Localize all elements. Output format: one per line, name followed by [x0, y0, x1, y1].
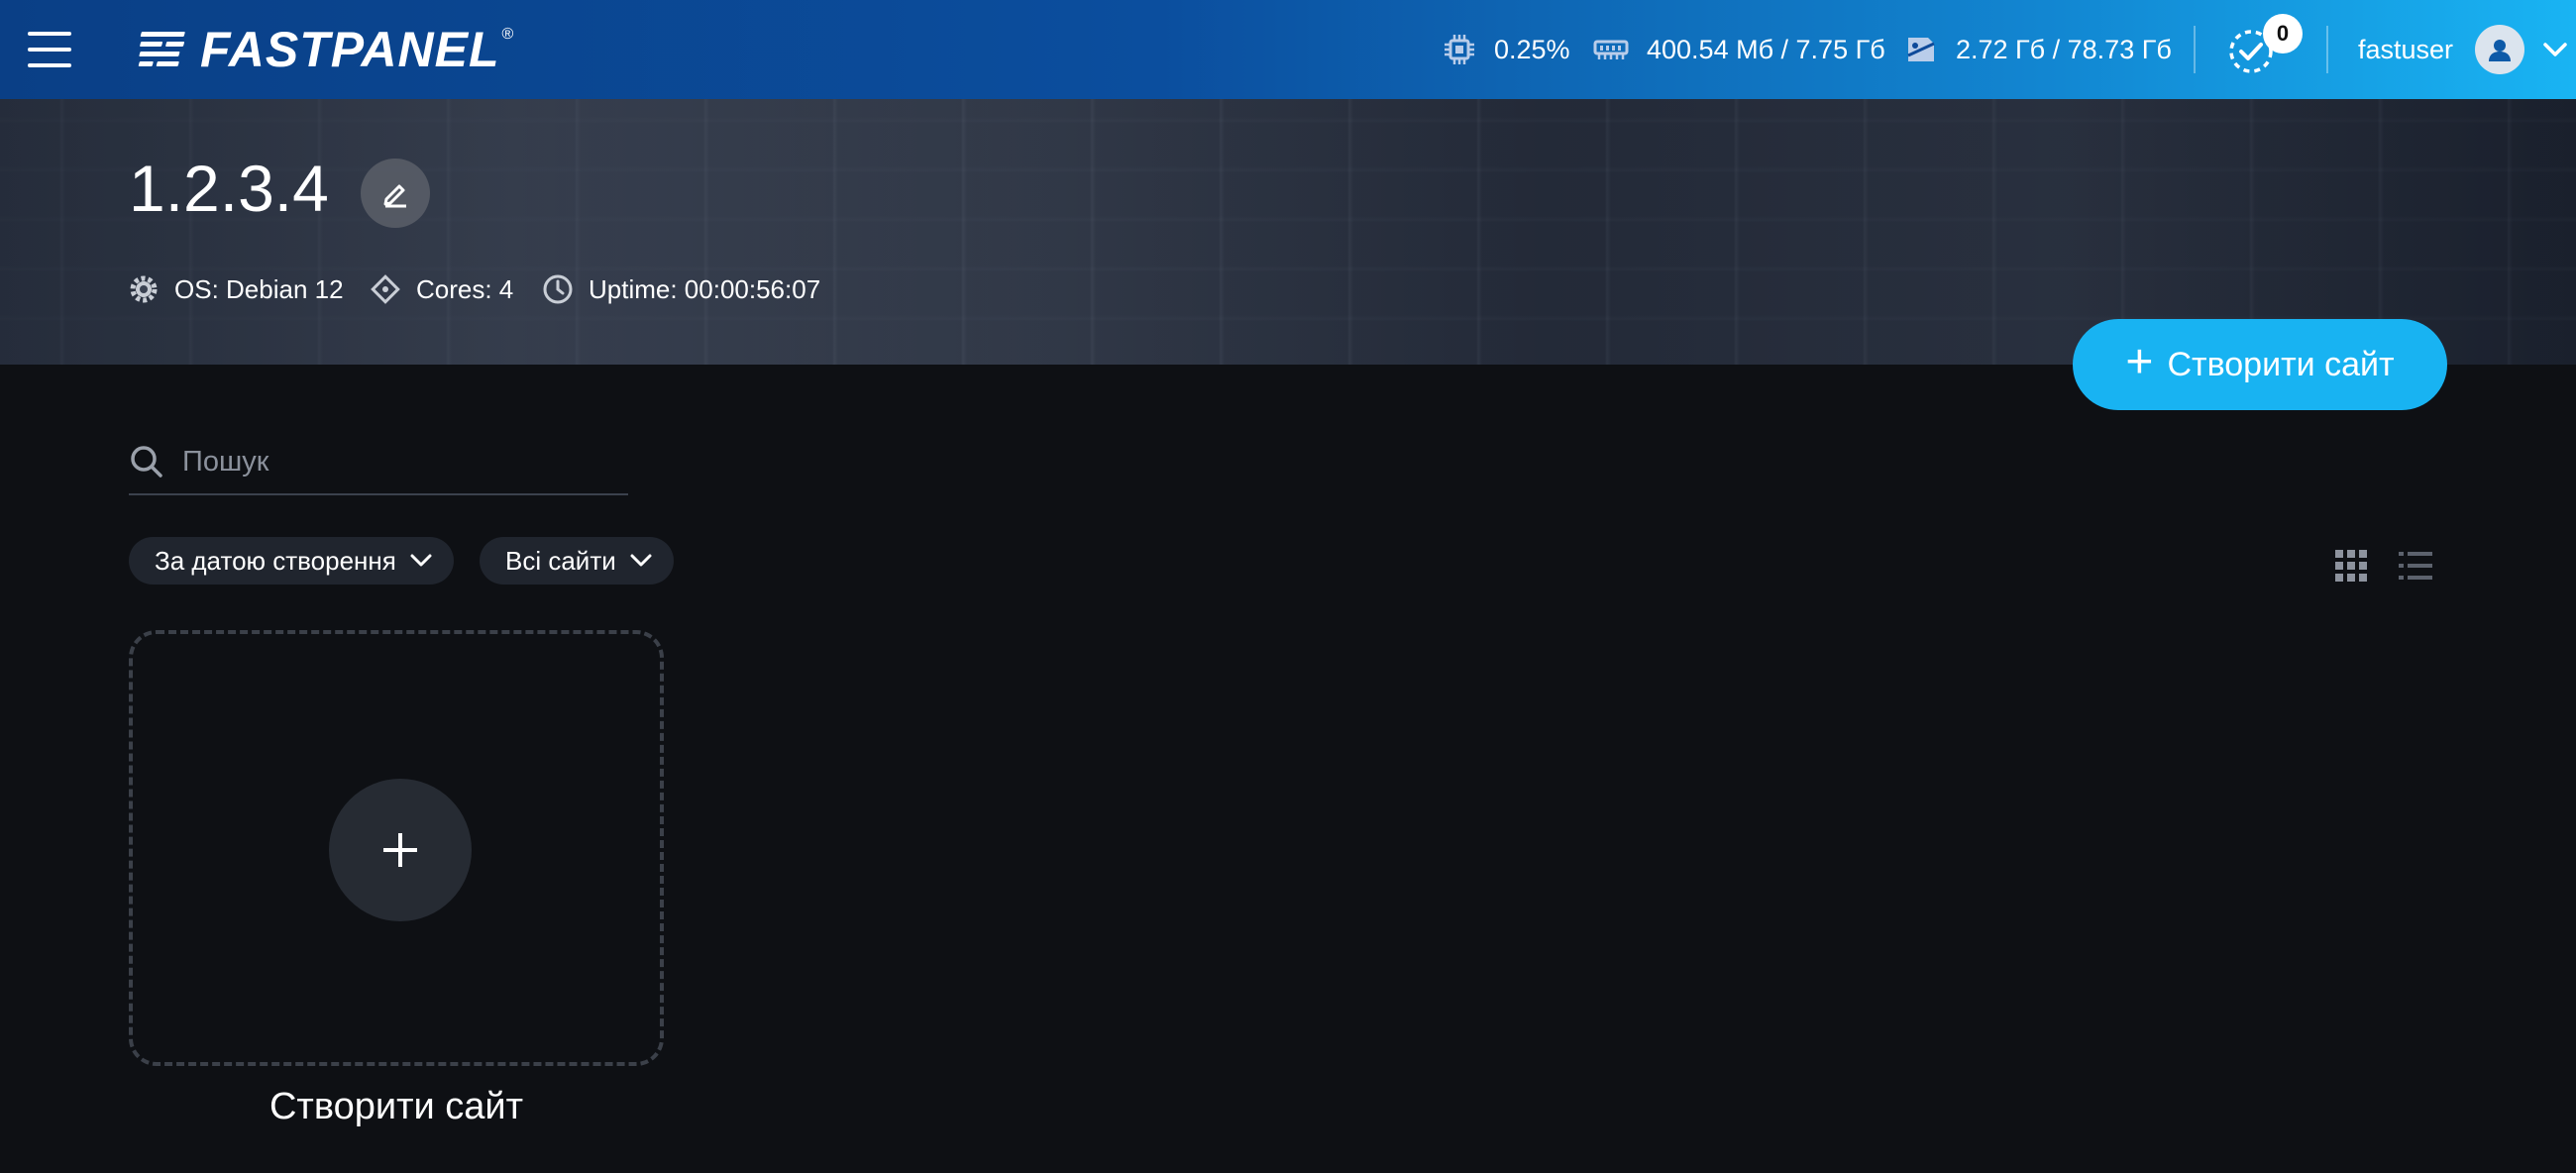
create-site-label: Створити сайт [2167, 345, 2395, 383]
edit-server-button[interactable] [361, 159, 430, 228]
diamond-icon [371, 274, 400, 304]
list-view-icon [2399, 552, 2432, 580]
ram-icon [1593, 40, 1629, 59]
os-info: OS: Debian 12 [127, 269, 344, 309]
uptime-label: Uptime: 00:00:56:07 [589, 273, 821, 304]
pencil-icon [383, 184, 406, 208]
logo-registered-mark: ® [501, 26, 514, 43]
sort-dropdown[interactable]: За датою створення [129, 537, 454, 585]
create-site-card[interactable] [129, 630, 664, 1066]
search-input[interactable] [182, 445, 608, 479]
cores-label: Cores: 4 [416, 273, 514, 304]
cpu-stat: 0.25% [1443, 28, 1570, 71]
disk-stat: 2.72 Гб / 78.73 Гб [1904, 28, 2172, 71]
logo-text: FASTPANEL [200, 22, 500, 77]
chevron-down-icon [630, 554, 652, 567]
clock-icon [543, 274, 573, 304]
grid-view-icon [2335, 550, 2367, 582]
add-site-circle [329, 779, 472, 921]
chevron-down-icon [2543, 43, 2567, 56]
user-menu[interactable]: fastuser [2358, 22, 2568, 77]
plus-icon: + [2125, 336, 2154, 388]
create-site-card-label[interactable]: Створити сайт [129, 1086, 664, 1128]
chevron-down-icon [410, 554, 432, 567]
header-divider [2194, 26, 2196, 73]
grid-view-button[interactable] [2334, 549, 2368, 587]
list-view-button[interactable] [2398, 549, 2433, 587]
avatar [2475, 25, 2525, 74]
site-filter-label: Всі сайти [505, 545, 616, 576]
user-icon [2489, 40, 2512, 61]
header-divider [2326, 26, 2328, 73]
ram-stat: 400.54 Мб / 7.75 Гб [1593, 28, 1885, 71]
os-label: OS: Debian 12 [174, 273, 344, 304]
logo-sliders-icon [138, 32, 185, 66]
gear-icon [130, 275, 158, 303]
cores-info: Cores: 4 [369, 269, 513, 309]
tasks-button[interactable]: 0 [2225, 14, 2303, 77]
cpu-icon [1445, 35, 1474, 64]
ram-value: 400.54 Мб / 7.75 Гб [1647, 34, 1885, 64]
sort-label: За датою створення [155, 545, 396, 576]
username: fastuser [2358, 34, 2454, 64]
search-field[interactable] [129, 430, 628, 495]
plus-icon [383, 833, 417, 867]
tasks-count-badge: 0 [2263, 14, 2303, 53]
search-icon [131, 446, 162, 478]
create-site-button[interactable]: + Створити сайт [2073, 319, 2447, 410]
disk-icon [1907, 38, 1935, 61]
cpu-value: 0.25% [1494, 34, 1570, 64]
server-title: 1.2.3.4 [129, 152, 329, 225]
menu-icon[interactable] [28, 30, 71, 69]
top-bar: FASTPANEL ® 0.25% 400.54 Мб / 7.75 Гб 2.… [0, 0, 2576, 99]
site-filter-dropdown[interactable]: Всі сайти [480, 537, 674, 585]
uptime-info: Uptime: 00:00:56:07 [541, 269, 820, 309]
logo[interactable]: FASTPANEL ® [135, 22, 514, 77]
disk-value: 2.72 Гб / 78.73 Гб [1956, 34, 2172, 64]
